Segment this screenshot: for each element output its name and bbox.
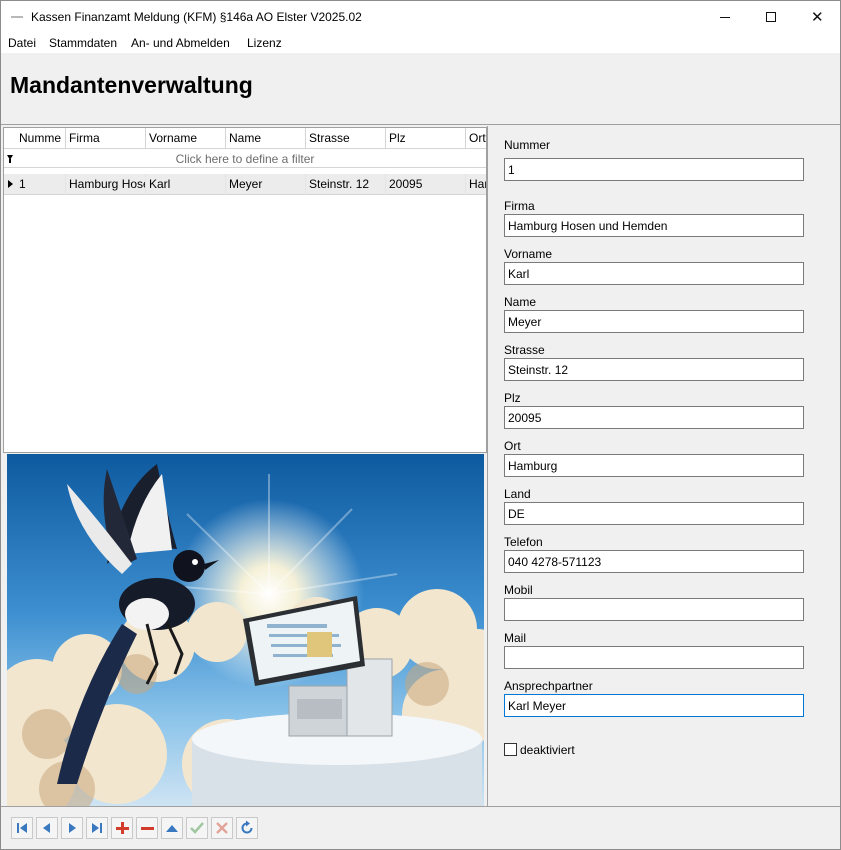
label-strasse: Strasse: [504, 343, 545, 357]
add-icon: [116, 822, 129, 834]
row-indicator-icon: [8, 180, 13, 188]
title-bar[interactable]: Kassen Finanzamt Meldung (KFM) §146a AO …: [1, 1, 840, 33]
magpie-and-pos-terminal-illustration: [7, 454, 484, 807]
label-vorname: Vorname: [504, 247, 553, 261]
refresh-icon: [241, 820, 253, 834]
detail-form: Nummer Firma Vorname Name Strasse Plz Or…: [488, 126, 840, 806]
cell-ort[interactable]: Hamburg: [466, 174, 486, 195]
prev-icon: [43, 823, 50, 833]
firma-field[interactable]: [504, 214, 804, 237]
grid-header: Numme Firma Vorname Name Strasse Plz Ort: [4, 128, 486, 149]
nummer-field[interactable]: [504, 158, 804, 181]
strasse-field[interactable]: [504, 358, 804, 381]
label-plz: Plz: [504, 391, 521, 405]
ort-field[interactable]: [504, 454, 804, 477]
first-record-button[interactable]: [11, 817, 33, 839]
vorname-field[interactable]: [504, 262, 804, 285]
ansprechpartner-field[interactable]: [504, 694, 804, 717]
edit-icon: [166, 825, 178, 832]
delete-record-button[interactable]: [136, 817, 158, 839]
label-ort: Ort: [504, 439, 521, 453]
menu-an-und-abmelden[interactable]: An- und Abmelden: [131, 36, 230, 50]
close-icon: ✕: [811, 8, 824, 26]
menu-stammdaten[interactable]: Stammdaten: [49, 36, 117, 50]
next-icon: [69, 823, 76, 833]
next-record-button[interactable]: [61, 817, 83, 839]
main-window: Kassen Finanzamt Meldung (KFM) §146a AO …: [0, 0, 841, 850]
deaktiviert-label[interactable]: deaktiviert: [520, 743, 575, 757]
last-record-button[interactable]: [86, 817, 108, 839]
menu-lizenz[interactable]: Lizenz: [247, 36, 282, 50]
cell-plz[interactable]: 20095: [386, 174, 466, 195]
add-record-button[interactable]: [111, 817, 133, 839]
save-icon: [190, 822, 204, 834]
last-icon: [92, 823, 102, 833]
page-title: Mandantenverwaltung: [10, 72, 253, 98]
label-name: Name: [504, 295, 537, 309]
cell-vorname[interactable]: Karl: [146, 174, 226, 195]
column-header-firma[interactable]: Firma: [66, 128, 146, 149]
first-icon: [17, 823, 27, 833]
edit-record-button[interactable]: [161, 817, 183, 839]
column-header-name[interactable]: Name: [226, 128, 306, 149]
close-button[interactable]: ✕: [794, 1, 840, 33]
column-header-plz[interactable]: Plz: [386, 128, 466, 149]
page-header: Mandantenverwaltung: [1, 53, 840, 125]
maximize-icon: [766, 12, 776, 22]
cell-nummer[interactable]: 1: [16, 174, 66, 195]
window-title: Kassen Finanzamt Meldung (KFM) §146a AO …: [31, 10, 362, 24]
cell-strasse[interactable]: Steinstr. 12: [306, 174, 386, 195]
column-header-nummer[interactable]: Numme: [16, 128, 66, 149]
label-mobil: Mobil: [504, 583, 533, 597]
column-header-ort[interactable]: Ort: [466, 128, 486, 149]
mandanten-grid[interactable]: Numme Firma Vorname Name Strasse Plz Ort…: [3, 127, 487, 453]
label-ansprechpartner: Ansprechpartner: [504, 679, 593, 693]
column-header-vorname[interactable]: Vorname: [146, 128, 226, 149]
label-land: Land: [504, 487, 531, 501]
delete-icon: [141, 827, 154, 830]
plz-field[interactable]: [504, 406, 804, 429]
menu-bar: Datei Stammdaten An- und Abmelden Lizenz: [1, 33, 840, 53]
mail-field[interactable]: [504, 646, 804, 669]
deaktiviert-checkbox[interactable]: [504, 743, 517, 756]
record-navigator: [1, 806, 840, 849]
previous-record-button[interactable]: [36, 817, 58, 839]
mobil-field[interactable]: [504, 598, 804, 621]
filter-row[interactable]: Click here to define a filter: [4, 150, 486, 168]
name-field[interactable]: [504, 310, 804, 333]
label-nummer: Nummer: [504, 138, 551, 152]
cancel-edit-button[interactable]: [211, 817, 233, 839]
filter-placeholder: Click here to define a filter: [175, 152, 315, 166]
cancel-icon: [216, 822, 228, 834]
cell-firma[interactable]: Hamburg Hosen und Hemden: [66, 174, 146, 195]
label-firma: Firma: [504, 199, 535, 213]
label-telefon: Telefon: [504, 535, 543, 549]
save-record-button[interactable]: [186, 817, 208, 839]
minimize-icon: [720, 17, 730, 18]
telefon-field[interactable]: [504, 550, 804, 573]
app-icon: [11, 16, 23, 18]
minimize-button[interactable]: [702, 1, 748, 33]
refresh-button[interactable]: [236, 817, 258, 839]
table-row[interactable]: 1 Hamburg Hosen und Hemden Karl Meyer St…: [4, 174, 486, 195]
menu-datei[interactable]: Datei: [8, 36, 36, 50]
label-mail: Mail: [504, 631, 527, 645]
maximize-button[interactable]: [748, 1, 794, 33]
land-field[interactable]: [504, 502, 804, 525]
cell-name[interactable]: Meyer: [226, 174, 306, 195]
illustration-image: [7, 454, 484, 807]
column-header-strasse[interactable]: Strasse: [306, 128, 386, 149]
